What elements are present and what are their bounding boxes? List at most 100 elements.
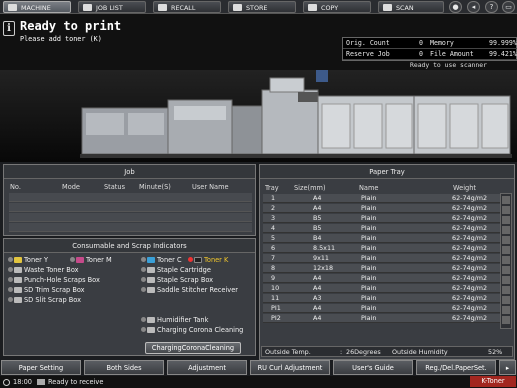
copy-icon (308, 4, 317, 11)
machine-image[interactable] (0, 70, 517, 162)
tab-store[interactable]: STORE (228, 1, 296, 13)
tray-level-indicator (502, 206, 510, 214)
tray-name: Plain (361, 194, 377, 202)
job-panel-title: Job (4, 165, 255, 179)
sd-slit-indicator: SD Slit Scrap Box (8, 296, 81, 304)
toner-c-indicator: Toner C (141, 256, 182, 264)
toner-icon (14, 257, 22, 263)
paper-tray-row[interactable]: 11 A3 Plain 62-74g/m2 (263, 294, 500, 303)
tray-size: A3 (313, 294, 322, 302)
tray-level-indicator (502, 236, 510, 244)
tray-weight: 62-74g/m2 (452, 294, 488, 302)
tray-size: A4 (313, 314, 322, 322)
counter-icon[interactable]: ▭ (502, 1, 515, 13)
tray-level-indicator (502, 226, 510, 234)
tray-weight: 62-74g/m2 (452, 194, 488, 202)
tray-tray: 10 (271, 284, 280, 292)
tray-tray: 4 (271, 224, 276, 232)
job-header-mode: Mode (62, 183, 80, 191)
tray-weight: 62-74g/m2 (452, 214, 488, 222)
tray-weight: 62-74g/m2 (452, 224, 488, 232)
toner-m-indicator: Toner M (70, 256, 112, 264)
paper-tray-scrollbar[interactable] (500, 193, 512, 329)
tray-size: B5 (313, 224, 322, 232)
paper-header-weight: Weight (453, 184, 476, 192)
job-row[interactable] (9, 223, 252, 232)
help-icon[interactable]: ? (485, 1, 498, 13)
tab-job-list[interactable]: JOB LIST (78, 1, 146, 13)
tab-machine[interactable]: MACHINE (3, 1, 71, 13)
machine-illustration (80, 70, 512, 158)
users-guide-button[interactable]: User's Guide (333, 360, 413, 375)
tray-tray: 9 (271, 274, 276, 282)
volume-icon[interactable]: ◂ (467, 1, 480, 13)
clock-icon (3, 379, 10, 386)
job-row[interactable] (9, 213, 252, 222)
tray-size: A4 (313, 284, 322, 292)
job-row[interactable] (9, 203, 252, 212)
tray-level-indicator (502, 266, 510, 274)
status-dot-icon (8, 267, 13, 272)
paper-tray-row[interactable]: 7 9x11 Plain 62-74g/m2 (263, 254, 500, 263)
tray-level-indicator (502, 276, 510, 284)
paper-setting-button[interactable]: Paper Setting (1, 360, 81, 375)
k-toner-alert[interactable]: K-Toner (470, 376, 516, 387)
ru-curl-adjustment-button[interactable]: RU Curl Adjustment (250, 360, 330, 375)
paper-tray-row[interactable]: 3 B5 Plain 62-74g/m2 (263, 214, 500, 223)
tab-recall[interactable]: RECALL (153, 1, 221, 13)
footer-time: 18:00 (13, 378, 33, 386)
tray-name: Plain (361, 294, 377, 302)
status-footer: 18:00 Ready to receive (0, 376, 517, 388)
recall-icon (158, 4, 167, 11)
status-dot-icon (8, 297, 13, 302)
reg-del-paperset-button[interactable]: Reg./Del.PaperSet. (416, 360, 496, 375)
tray-size: A4 (313, 274, 322, 282)
paper-tray-row[interactable]: 10 A4 Plain 62-74g/m2 (263, 284, 500, 293)
receive-icon (37, 379, 45, 385)
tab-copy[interactable]: COPY (303, 1, 371, 13)
paper-tray-row[interactable]: PI2 A4 Plain 62-74g/m2 (263, 314, 500, 323)
status-dot-icon (141, 257, 146, 262)
paper-tray-row[interactable]: 8 12x18 Plain 62-74g/m2 (263, 264, 500, 273)
paper-tray-row[interactable]: 1 A4 Plain 62-74g/m2 (263, 194, 500, 203)
paper-tray-row[interactable]: 5 B4 Plain 62-74g/m2 (263, 234, 500, 243)
punch-scrap-indicator: Punch-Hole Scraps Box (8, 276, 100, 284)
tray-name: Plain (361, 314, 377, 322)
tab-scan[interactable]: SCAN (378, 1, 444, 13)
punch-icon (14, 277, 22, 283)
status-dot-icon (141, 327, 146, 332)
tray-tray: 8 (271, 264, 276, 272)
tray-name: Plain (361, 224, 377, 232)
tray-name: Plain (361, 284, 377, 292)
store-icon (233, 4, 242, 11)
next-arrow-icon[interactable]: ▸ (499, 360, 516, 375)
job-header-user: User Name (192, 183, 229, 191)
power-save-icon[interactable]: ● (449, 1, 462, 13)
tray-size: 8.5x11 (313, 244, 336, 252)
paper-tray-row[interactable]: 4 B5 Plain 62-74g/m2 (263, 224, 500, 233)
charging-corona-cleaning-button[interactable]: ChargingCoronaCleaning (145, 342, 241, 354)
sd-trim-indicator: SD Trim Scrap Box (8, 286, 85, 294)
paper-tray-row[interactable]: 9 A4 Plain 62-74g/m2 (263, 274, 500, 283)
tray-tray: 7 (271, 254, 276, 262)
tray-tray: 11 (271, 294, 280, 302)
both-sides-button[interactable]: Both Sides (84, 360, 164, 375)
list-icon (83, 4, 92, 11)
tray-weight: 62-74g/m2 (452, 304, 488, 312)
paper-tray-row[interactable]: PI1 A4 Plain 62-74g/m2 (263, 304, 500, 313)
tray-size: A4 (313, 304, 322, 312)
status-dot-icon (141, 317, 146, 322)
toner-icon (194, 257, 202, 263)
tray-tray: 1 (271, 194, 276, 202)
tray-weight: 62-74g/m2 (452, 204, 488, 212)
paper-tray-row[interactable]: 2 A4 Plain 62-74g/m2 (263, 204, 500, 213)
tray-level-indicator (502, 296, 510, 304)
tray-size: A4 (313, 194, 322, 202)
waste-toner-indicator: Waste Toner Box (8, 266, 79, 274)
job-row[interactable] (9, 193, 252, 202)
paper-tray-row[interactable]: 6 8.5x11 Plain 62-74g/m2 (263, 244, 500, 253)
tray-level-indicator (502, 196, 510, 204)
staple-cartridge-indicator: Staple Cartridge (141, 266, 211, 274)
tray-weight: 62-74g/m2 (452, 244, 488, 252)
adjustment-button[interactable]: Adjustment (167, 360, 247, 375)
